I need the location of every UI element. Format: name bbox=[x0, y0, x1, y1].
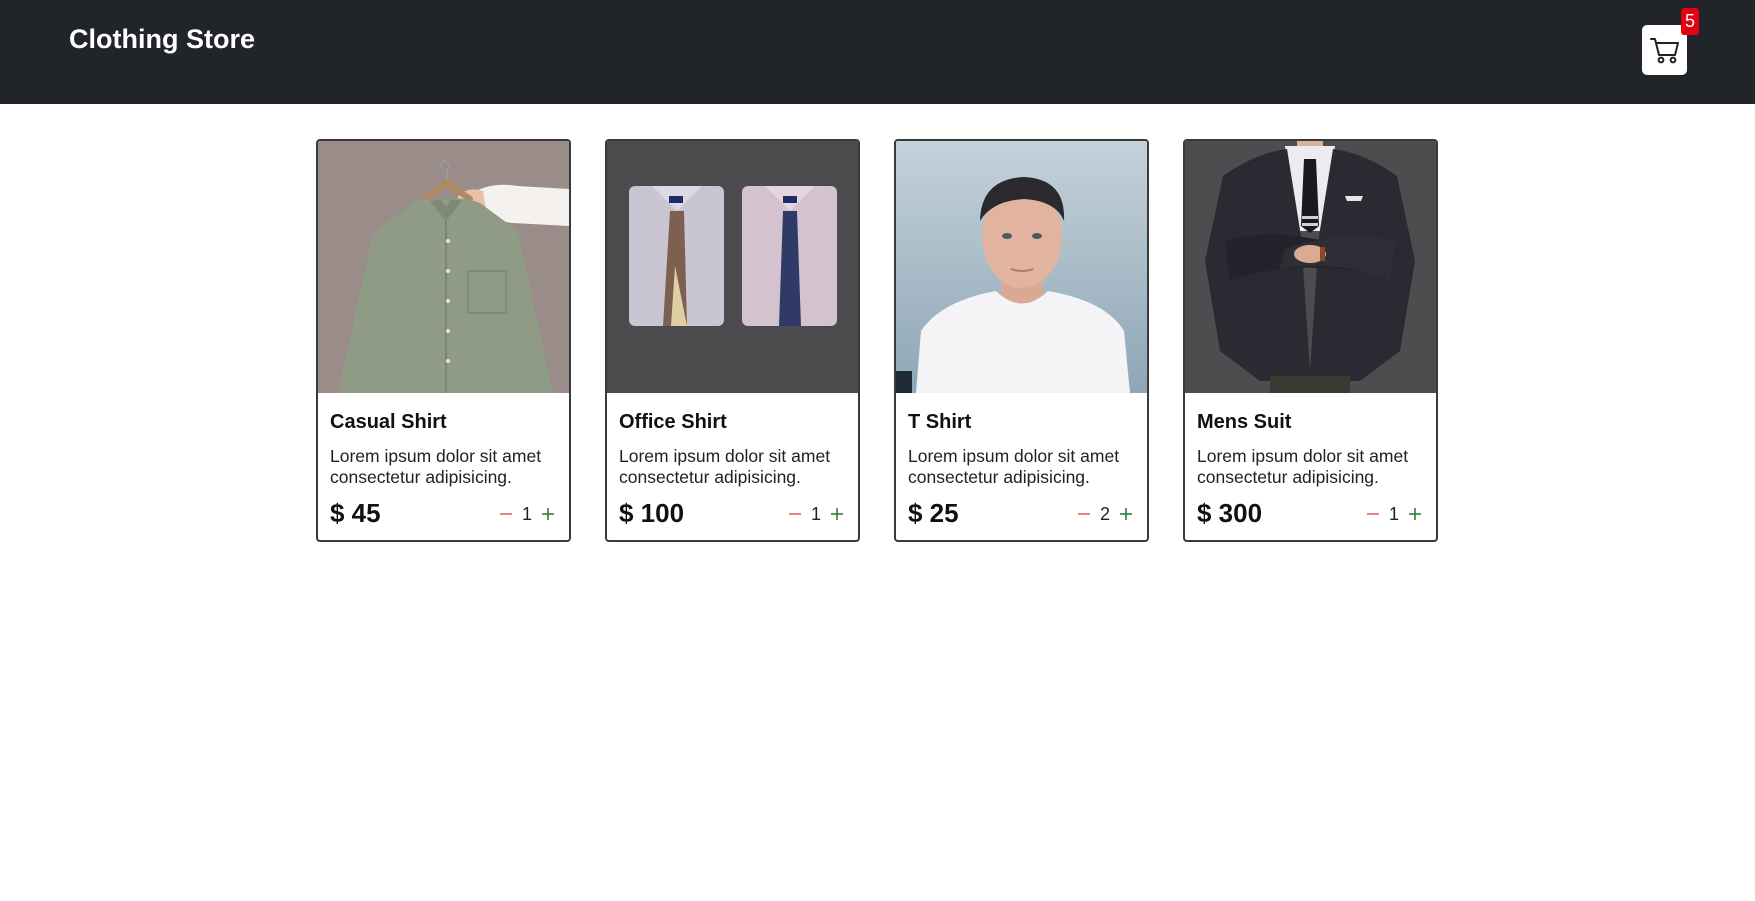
product-title: T Shirt bbox=[908, 411, 972, 433]
navbar: Clothing Store 5 bbox=[0, 0, 1755, 104]
product-description: Lorem ipsum dolor sit amet consectetur a… bbox=[619, 446, 831, 487]
product-description: Lorem ipsum dolor sit amet consectetur a… bbox=[330, 446, 542, 487]
minus-icon bbox=[500, 513, 512, 515]
quantity-stepper: 2 bbox=[1073, 502, 1137, 526]
brand-title[interactable]: Clothing Store bbox=[69, 24, 255, 55]
increase-quantity-button[interactable] bbox=[826, 503, 848, 525]
decrease-quantity-button[interactable] bbox=[495, 503, 517, 525]
decrease-quantity-button[interactable] bbox=[1073, 503, 1095, 525]
product-price: $ 300 bbox=[1197, 498, 1263, 528]
plus-icon bbox=[542, 508, 554, 520]
cart-count-badge: 5 bbox=[1681, 8, 1699, 35]
quantity-value: 1 bbox=[1388, 503, 1399, 524]
product-description: Lorem ipsum dolor sit amet consectetur a… bbox=[1197, 446, 1409, 487]
product-price: $ 25 bbox=[908, 498, 959, 528]
product-title: Mens Suit bbox=[1197, 411, 1292, 433]
product-title: Office Shirt bbox=[619, 411, 727, 433]
product-image bbox=[1185, 141, 1436, 393]
increase-quantity-button[interactable] bbox=[537, 503, 559, 525]
plus-icon bbox=[1120, 508, 1132, 520]
quantity-value: 1 bbox=[521, 503, 532, 524]
product-price: $ 100 bbox=[619, 498, 685, 528]
product-title: Casual Shirt bbox=[330, 411, 447, 433]
product-description: Lorem ipsum dolor sit amet consectetur a… bbox=[908, 446, 1120, 487]
quantity-stepper: 1 bbox=[495, 502, 559, 526]
quantity-value: 1 bbox=[810, 503, 821, 524]
product-image bbox=[607, 141, 858, 393]
decrease-quantity-button[interactable] bbox=[1362, 503, 1384, 525]
product-image bbox=[318, 141, 569, 393]
quantity-stepper: 1 bbox=[1362, 502, 1426, 526]
minus-icon bbox=[1367, 513, 1379, 515]
quantity-stepper: 1 bbox=[784, 502, 848, 526]
increase-quantity-button[interactable] bbox=[1115, 503, 1137, 525]
decrease-quantity-button[interactable] bbox=[784, 503, 806, 525]
increase-quantity-button[interactable] bbox=[1404, 503, 1426, 525]
product-card-t-shirt: T Shirt Lorem ipsum dolor sit amet conse… bbox=[894, 139, 1149, 542]
product-card-mens-suit: Mens Suit Lorem ipsum dolor sit amet con… bbox=[1183, 139, 1438, 542]
product-price: $ 45 bbox=[330, 498, 381, 528]
minus-icon bbox=[1078, 513, 1090, 515]
plus-icon bbox=[831, 508, 843, 520]
quantity-value: 2 bbox=[1099, 503, 1110, 524]
minus-icon bbox=[789, 513, 801, 515]
plus-icon bbox=[1409, 508, 1421, 520]
shopping-cart-icon bbox=[1649, 38, 1679, 64]
product-image bbox=[896, 141, 1147, 393]
product-card-casual-shirt: Casual Shirt Lorem ipsum dolor sit amet … bbox=[316, 139, 571, 542]
product-card-office-shirt: Office Shirt Lorem ipsum dolor sit amet … bbox=[605, 139, 860, 542]
